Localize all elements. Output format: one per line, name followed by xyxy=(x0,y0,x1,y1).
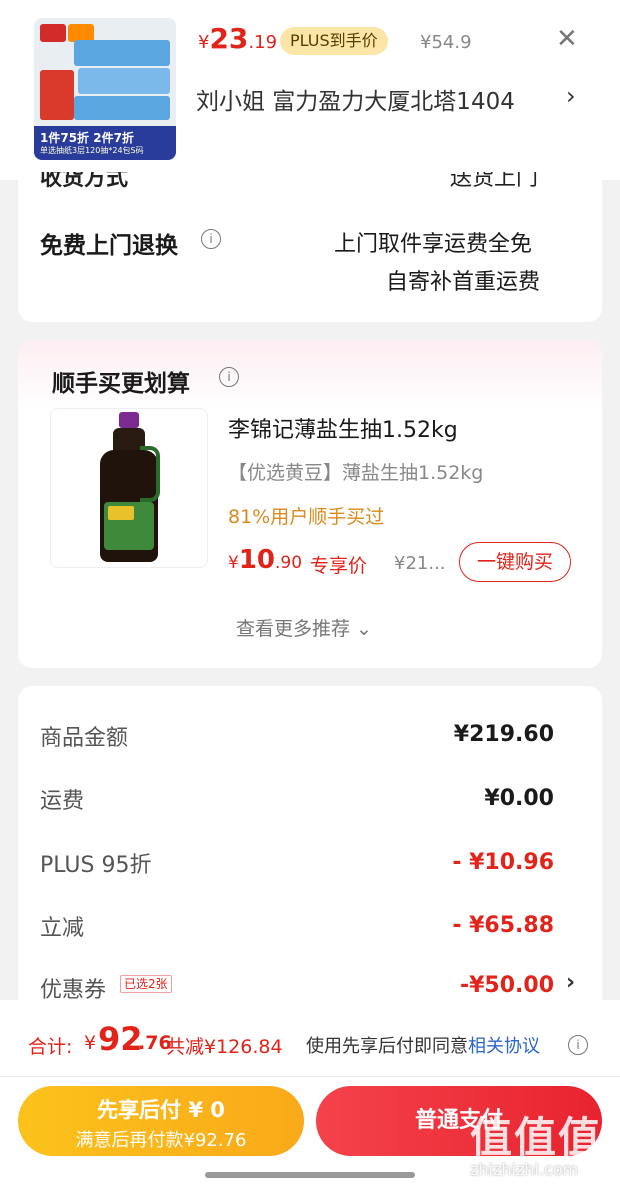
total-label: 合计: xyxy=(28,1036,73,1058)
agreement-link[interactable]: 相关协议 xyxy=(468,1036,540,1057)
divider xyxy=(0,1076,620,1077)
more-recommendations-link[interactable]: 查看更多推荐 ⌄ xyxy=(236,614,372,641)
header-original-price: ¥54.9 xyxy=(420,32,472,53)
plus-discount-value: - ¥10.96 xyxy=(452,850,554,875)
product-thumbnail[interactable]: 1件75折 2件7折 单选抽纸3层120抽*24包S码 xyxy=(34,18,176,160)
return-service-value-line2: 自寄补首重运费 xyxy=(386,270,541,295)
watermark-logo: 值值值 xyxy=(470,1113,603,1162)
chevron-right-icon[interactable]: › xyxy=(566,970,575,995)
one-click-buy-button[interactable]: 一键购买 xyxy=(459,542,571,582)
instant-discount-label: 立减 xyxy=(40,916,85,941)
total-currency: ¥ xyxy=(84,1032,97,1054)
goods-amount-label: 商品金额 xyxy=(40,726,129,751)
recommend-product-name[interactable]: 李锦记薄盐生抽1.52kg xyxy=(228,412,458,444)
info-icon[interactable]: i xyxy=(201,229,221,249)
promo-subtext: 单选抽纸3层120抽*24包S码 xyxy=(40,146,144,155)
coupon-value[interactable]: -¥50.00 xyxy=(314,973,554,998)
product-package-icon xyxy=(40,70,74,120)
pay-later-button[interactable]: 先享后付 ¥ 0 满意后再付款¥92.76 xyxy=(18,1086,304,1156)
bottle-handle xyxy=(140,446,160,502)
watermark-url: zhizhizhi.com xyxy=(470,1160,579,1179)
pay-later-sub: 满意后再付款¥92.76 xyxy=(75,1130,247,1151)
close-icon[interactable]: ✕ xyxy=(556,24,578,54)
recommend-title: 顺手买更划算 xyxy=(52,371,190,397)
recommend-original-price: ¥21... xyxy=(394,553,446,574)
header-price: ¥23.19 xyxy=(198,22,278,55)
delivery-address[interactable]: 刘小姐 富力盈力大厦北塔1404 xyxy=(196,82,515,116)
shipping-value: ¥0.00 xyxy=(484,786,554,811)
recommend-price: ¥10.90 xyxy=(228,545,303,575)
recommend-product-subtitle: 【优选黄豆】薄盐生抽1.52kg xyxy=(228,462,484,484)
return-service-label: 免费上门退换 xyxy=(40,233,178,259)
chevron-right-icon[interactable]: › xyxy=(566,82,576,110)
total-saved: 共减¥126.84 xyxy=(166,1036,283,1058)
promo-strip: 1件75折 2件7折 单选抽纸3层120抽*24包S码 xyxy=(34,126,176,160)
bottle-label-band xyxy=(108,506,134,520)
goods-amount-value: ¥219.60 xyxy=(453,722,554,747)
home-indicator[interactable] xyxy=(205,1172,415,1178)
instant-discount-value: - ¥65.88 xyxy=(452,913,554,938)
soy-sauce-bottle-icon xyxy=(119,412,139,428)
coupon-selected-badge: 已选2张 xyxy=(120,975,172,993)
total-amount: 92 xyxy=(98,1020,143,1058)
exclusive-price-label: 专享价 xyxy=(310,555,368,577)
shipping-label: 运费 xyxy=(40,789,85,814)
promo-text: 1件75折 2件7折 xyxy=(40,131,134,145)
pay-later-label: 先享后付 ¥ 0 xyxy=(97,1098,225,1122)
return-service-value-line1: 上门取件享运费全免 xyxy=(334,232,533,257)
brand-logo-icon xyxy=(40,24,66,42)
agreement-text: 使用先享后付即同意相关协议 xyxy=(306,1036,540,1057)
info-icon[interactable]: i xyxy=(219,367,239,387)
plus-price-badge: PLUS到手价 xyxy=(280,27,388,55)
info-icon[interactable]: i xyxy=(568,1035,588,1055)
plus-discount-label: PLUS 95折 xyxy=(40,853,152,878)
recommend-buy-rate: 81%用户顺手买过 xyxy=(228,506,385,528)
